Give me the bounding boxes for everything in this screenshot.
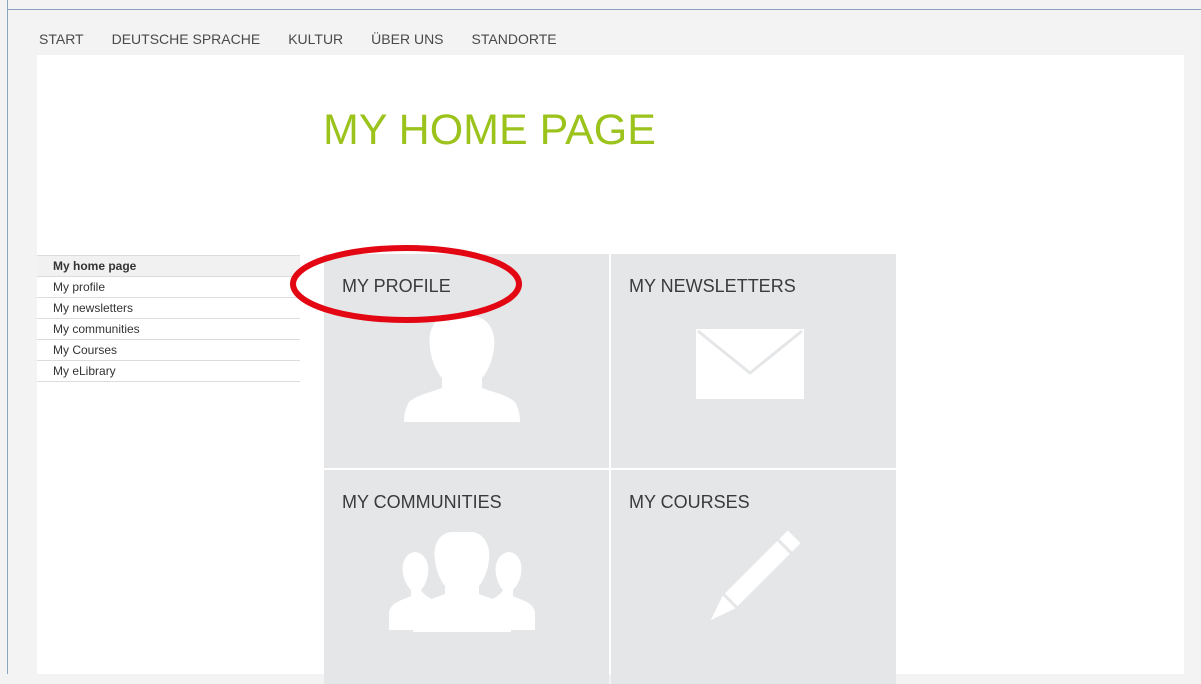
top-navigation: START DEUTSCHE SPRACHE KULTUR ÜBER UNS S… [39,30,585,48]
nav-start[interactable]: START [39,30,84,48]
tile-title: MY NEWSLETTERS [629,276,796,296]
tile-my-newsletters[interactable]: MY NEWSLETTERS [611,254,896,468]
sidebar-item-courses[interactable]: My Courses [37,340,300,361]
window-left-border [7,0,8,674]
nav-ueber-uns[interactable]: ÜBER UNS [371,30,443,48]
page-title: MY HOME PAGE [323,106,656,154]
group-icon [389,532,535,632]
tile-my-courses[interactable]: MY COURSES [611,470,896,684]
nav-deutsche-sprache[interactable]: DEUTSCHE SPRACHE [112,30,261,48]
tile-title: MY COMMUNITIES [342,492,502,512]
main-content: MY HOME PAGE My home page My profile My … [37,55,1184,684]
sidebar-item-newsletters[interactable]: My newsletters [37,298,300,319]
tile-my-profile[interactable]: MY PROFILE [324,254,609,468]
tile-my-communities[interactable]: MY COMMUNITIES [324,470,609,684]
sidebar-item-elibrary[interactable]: My eLibrary [37,361,300,382]
person-icon [404,316,520,422]
sidebar-item-profile[interactable]: My profile [37,277,300,298]
sidebar-menu: My home page My profile My newsletters M… [37,255,300,382]
window-top-border [7,9,1201,10]
nav-standorte[interactable]: STANDORTE [472,30,557,48]
tile-title: MY PROFILE [342,276,451,296]
envelope-icon [696,329,804,399]
sidebar-item-home-page[interactable]: My home page [37,255,300,277]
tile-title: MY COURSES [629,492,750,512]
sidebar-item-communities[interactable]: My communities [37,319,300,340]
pencil-icon [710,530,801,621]
nav-kultur[interactable]: KULTUR [288,30,343,48]
